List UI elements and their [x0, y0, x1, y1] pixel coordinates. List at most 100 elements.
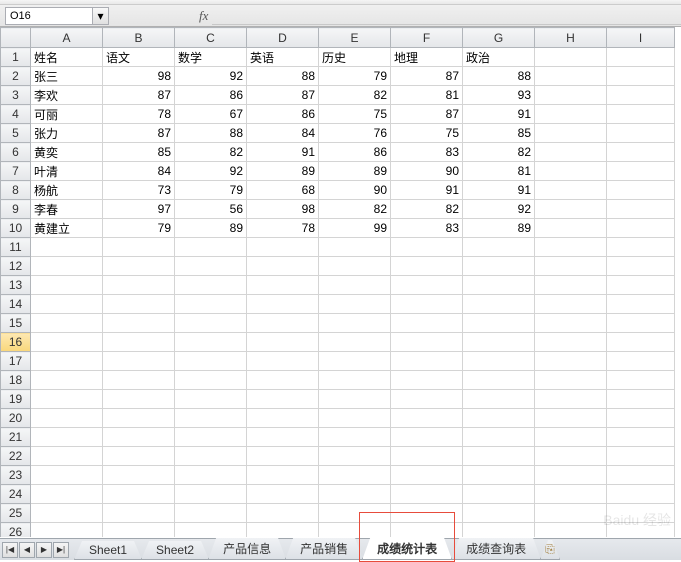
row-header-4[interactable]: 4 — [1, 105, 31, 124]
cell-A11[interactable] — [31, 238, 103, 257]
cell-B6[interactable]: 85 — [103, 143, 175, 162]
row-header-25[interactable]: 25 — [1, 504, 31, 523]
cell-D18[interactable] — [247, 371, 319, 390]
cell-A19[interactable] — [31, 390, 103, 409]
cell-G19[interactable] — [463, 390, 535, 409]
cell-D4[interactable]: 86 — [247, 105, 319, 124]
cell-B12[interactable] — [103, 257, 175, 276]
cell-A13[interactable] — [31, 276, 103, 295]
cell-C4[interactable]: 67 — [175, 105, 247, 124]
cell-H20[interactable] — [535, 409, 607, 428]
cell-C5[interactable]: 88 — [175, 124, 247, 143]
cell-F2[interactable]: 87 — [391, 67, 463, 86]
cell-D7[interactable]: 89 — [247, 162, 319, 181]
cell-H25[interactable] — [535, 504, 607, 523]
row-header-13[interactable]: 13 — [1, 276, 31, 295]
cell-H5[interactable] — [535, 124, 607, 143]
cell-G15[interactable] — [463, 314, 535, 333]
worksheet-grid[interactable]: ABCDEFGHI1姓名语文数学英语历史地理政治2张三9892887987883… — [0, 27, 681, 537]
cell-H24[interactable] — [535, 485, 607, 504]
cell-D9[interactable]: 98 — [247, 200, 319, 219]
cell-G3[interactable]: 93 — [463, 86, 535, 105]
cell-H7[interactable] — [535, 162, 607, 181]
cell-A2[interactable]: 张三 — [31, 67, 103, 86]
cell-A20[interactable] — [31, 409, 103, 428]
cell-B26[interactable] — [103, 523, 175, 538]
cell-G16[interactable] — [463, 333, 535, 352]
cell-D19[interactable] — [247, 390, 319, 409]
cell-C18[interactable] — [175, 371, 247, 390]
cell-I6[interactable] — [607, 143, 675, 162]
cell-I26[interactable] — [607, 523, 675, 538]
cell-F24[interactable] — [391, 485, 463, 504]
cell-H17[interactable] — [535, 352, 607, 371]
cell-E26[interactable] — [319, 523, 391, 538]
cell-G23[interactable] — [463, 466, 535, 485]
cell-E24[interactable] — [319, 485, 391, 504]
cell-E4[interactable]: 75 — [319, 105, 391, 124]
cell-B23[interactable] — [103, 466, 175, 485]
tab-nav-last[interactable]: ▶| — [53, 542, 69, 558]
cell-A22[interactable] — [31, 447, 103, 466]
cell-C14[interactable] — [175, 295, 247, 314]
cell-A9[interactable]: 李春 — [31, 200, 103, 219]
cell-F10[interactable]: 83 — [391, 219, 463, 238]
cell-A16[interactable] — [31, 333, 103, 352]
cell-F11[interactable] — [391, 238, 463, 257]
cell-I8[interactable] — [607, 181, 675, 200]
cell-G2[interactable]: 88 — [463, 67, 535, 86]
cell-B16[interactable] — [103, 333, 175, 352]
cell-H22[interactable] — [535, 447, 607, 466]
cell-F22[interactable] — [391, 447, 463, 466]
formula-input[interactable] — [212, 7, 681, 25]
cell-E22[interactable] — [319, 447, 391, 466]
cell-I18[interactable] — [607, 371, 675, 390]
cell-H16[interactable] — [535, 333, 607, 352]
cell-A23[interactable] — [31, 466, 103, 485]
cell-C9[interactable]: 56 — [175, 200, 247, 219]
cell-B5[interactable]: 87 — [103, 124, 175, 143]
cell-D16[interactable] — [247, 333, 319, 352]
cell-F7[interactable]: 90 — [391, 162, 463, 181]
row-header-19[interactable]: 19 — [1, 390, 31, 409]
cell-I15[interactable] — [607, 314, 675, 333]
cell-F15[interactable] — [391, 314, 463, 333]
sheet-tab-5[interactable]: 成绩查询表 — [451, 538, 541, 560]
cell-D23[interactable] — [247, 466, 319, 485]
cell-B19[interactable] — [103, 390, 175, 409]
cell-H6[interactable] — [535, 143, 607, 162]
cell-B20[interactable] — [103, 409, 175, 428]
cell-F6[interactable]: 83 — [391, 143, 463, 162]
col-header-E[interactable]: E — [319, 28, 391, 48]
cell-G7[interactable]: 81 — [463, 162, 535, 181]
name-box-dropdown[interactable]: ▾ — [93, 7, 109, 25]
cell-I21[interactable] — [607, 428, 675, 447]
cell-I1[interactable] — [607, 48, 675, 67]
cell-D24[interactable] — [247, 485, 319, 504]
cell-A18[interactable] — [31, 371, 103, 390]
cell-D22[interactable] — [247, 447, 319, 466]
cell-E25[interactable] — [319, 504, 391, 523]
cell-H21[interactable] — [535, 428, 607, 447]
sheet-tab-4[interactable]: 成绩统计表 — [362, 538, 452, 560]
cell-I17[interactable] — [607, 352, 675, 371]
row-header-16[interactable]: 16 — [1, 333, 31, 352]
row-header-8[interactable]: 8 — [1, 181, 31, 200]
cell-A24[interactable] — [31, 485, 103, 504]
cell-E9[interactable]: 82 — [319, 200, 391, 219]
cell-E6[interactable]: 86 — [319, 143, 391, 162]
cell-F23[interactable] — [391, 466, 463, 485]
row-header-15[interactable]: 15 — [1, 314, 31, 333]
cell-A4[interactable]: 可丽 — [31, 105, 103, 124]
cell-C11[interactable] — [175, 238, 247, 257]
cell-E7[interactable]: 89 — [319, 162, 391, 181]
cell-H4[interactable] — [535, 105, 607, 124]
cell-A12[interactable] — [31, 257, 103, 276]
cell-A3[interactable]: 李欢 — [31, 86, 103, 105]
cell-F19[interactable] — [391, 390, 463, 409]
cell-F9[interactable]: 82 — [391, 200, 463, 219]
cell-E8[interactable]: 90 — [319, 181, 391, 200]
tab-nav-next[interactable]: ▶ — [36, 542, 52, 558]
cell-D13[interactable] — [247, 276, 319, 295]
row-header-1[interactable]: 1 — [1, 48, 31, 67]
